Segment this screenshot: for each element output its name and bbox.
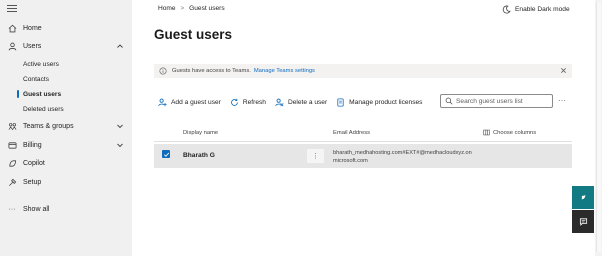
column-header-email[interactable]: Email Address	[333, 130, 370, 136]
row-checkbox[interactable]	[162, 150, 170, 158]
row-email-line-2: microsoft.com	[333, 158, 368, 164]
license-icon	[337, 97, 344, 107]
page-title: Guest users	[154, 27, 233, 42]
column-header-display-name[interactable]: Display name	[183, 130, 218, 136]
search-icon	[445, 97, 453, 105]
row-email-line-1: bharath_medhahosting.com#EXT#@medhacloud…	[333, 150, 472, 156]
dark-mode-icon	[502, 5, 511, 14]
info-icon	[159, 67, 167, 75]
feedback-button[interactable]	[572, 210, 594, 233]
chevron-down-icon	[117, 124, 123, 129]
sidebar-subitem-deleted-users[interactable]: Deleted users	[0, 102, 132, 116]
assistant-icon	[581, 195, 585, 200]
close-icon[interactable]	[560, 67, 567, 74]
hamburger-menu-icon[interactable]	[7, 5, 17, 13]
breadcrumb: Home > Guest users	[158, 5, 225, 12]
sidebar-item-label: Billing	[23, 141, 42, 149]
sidebar-subitem-label: Deleted users	[23, 105, 64, 113]
sidebar-item-label: Teams & groups	[23, 122, 74, 130]
manage-product-licenses-button[interactable]: Manage product licenses	[336, 97, 423, 107]
search-input[interactable]: Search guest users list	[440, 94, 553, 108]
info-bar-text: Guests have access to Teams.	[172, 68, 251, 74]
breadcrumb-current: Guest users	[189, 5, 225, 12]
home-icon	[7, 23, 17, 33]
billing-icon	[7, 140, 17, 150]
sidebar-item-label: Users	[23, 42, 42, 50]
checkmark-icon	[163, 152, 169, 157]
choose-columns-button[interactable]: Choose columns	[483, 129, 536, 136]
chevron-down-icon	[117, 143, 123, 148]
delete-user-icon	[275, 98, 284, 106]
sidebar-item-teams-groups[interactable]: Teams & groups	[0, 118, 132, 134]
sidebar-item-show-all[interactable]: ··· Show all	[0, 201, 132, 217]
sidebar-subitem-label: Guest users	[23, 90, 62, 98]
manage-teams-settings-link[interactable]: Manage Teams settings	[254, 68, 315, 74]
copilot-icon	[7, 158, 17, 168]
table-header-divider	[154, 141, 572, 142]
search-placeholder: Search guest users list	[456, 97, 523, 105]
delete-user-label: Delete a user	[287, 98, 328, 106]
manage-product-licenses-label: Manage product licenses	[349, 98, 423, 106]
choose-columns-label: Choose columns	[493, 129, 537, 136]
add-guest-user-label: Add a guest user	[171, 98, 221, 106]
teams-icon	[7, 121, 17, 131]
more-options-icon[interactable]: ···	[558, 96, 566, 105]
breadcrumb-home[interactable]: Home	[158, 5, 176, 12]
row-display-name[interactable]: Bharath G	[183, 152, 215, 159]
add-guest-user-button[interactable]: Add a guest user	[158, 98, 221, 107]
info-bar: Guests have access to Teams. Manage Team…	[154, 64, 572, 78]
dark-mode-toggle[interactable]: Enable Dark mode	[502, 5, 570, 14]
sidebar-item-label: Show all	[23, 205, 50, 213]
dark-mode-label: Enable Dark mode	[515, 6, 570, 13]
sidebar-item-setup[interactable]: Setup	[0, 174, 132, 190]
sidebar-item-users[interactable]: Users	[0, 38, 132, 54]
sidebar-item-copilot[interactable]: Copilot	[0, 155, 132, 171]
refresh-icon	[230, 98, 238, 106]
delete-user-button[interactable]: Delete a user	[275, 98, 327, 107]
sidebar-item-home[interactable]: Home	[0, 20, 132, 36]
sidebar-subitem-active-users[interactable]: Active users	[0, 57, 132, 71]
sidebar-item-billing[interactable]: Billing	[0, 137, 132, 153]
sidebar-subitem-label: Active users	[23, 60, 59, 68]
setup-icon	[7, 177, 17, 187]
table-row[interactable]: Bharath G ⋮ bharath_medhahosting.com#EXT…	[154, 144, 572, 168]
sidebar-subitem-contacts[interactable]: Contacts	[0, 72, 132, 86]
scrollbar-thumb[interactable]	[596, 2, 601, 252]
refresh-button[interactable]: Refresh	[230, 98, 266, 107]
sidebar: Home Users Active users Contacts Guest u…	[0, 0, 132, 256]
sidebar-item-label: Setup	[23, 178, 42, 186]
chevron-up-icon	[117, 44, 123, 48]
row-more-actions-icon[interactable]: ⋮	[307, 149, 324, 163]
add-user-icon	[158, 98, 167, 106]
user-icon	[7, 41, 17, 51]
more-icon: ···	[8, 205, 16, 213]
refresh-label: Refresh	[242, 98, 266, 106]
sidebar-subitem-label: Contacts	[23, 75, 50, 83]
sidebar-item-label: Copilot	[23, 159, 45, 167]
help-assistant-button[interactable]	[572, 186, 594, 209]
command-toolbar: Add a guest user Refresh Delete a user M…	[158, 95, 431, 109]
page-scrollbar[interactable]	[595, 0, 602, 256]
chat-icon	[579, 218, 587, 226]
row-email: bharath_medhahosting.com#EXT#@medhacloud…	[333, 149, 483, 165]
sidebar-subitem-guest-users[interactable]: Guest users	[0, 87, 132, 101]
breadcrumb-separator-icon: >	[180, 5, 185, 12]
sidebar-item-label: Home	[23, 24, 42, 32]
columns-icon	[483, 129, 490, 136]
